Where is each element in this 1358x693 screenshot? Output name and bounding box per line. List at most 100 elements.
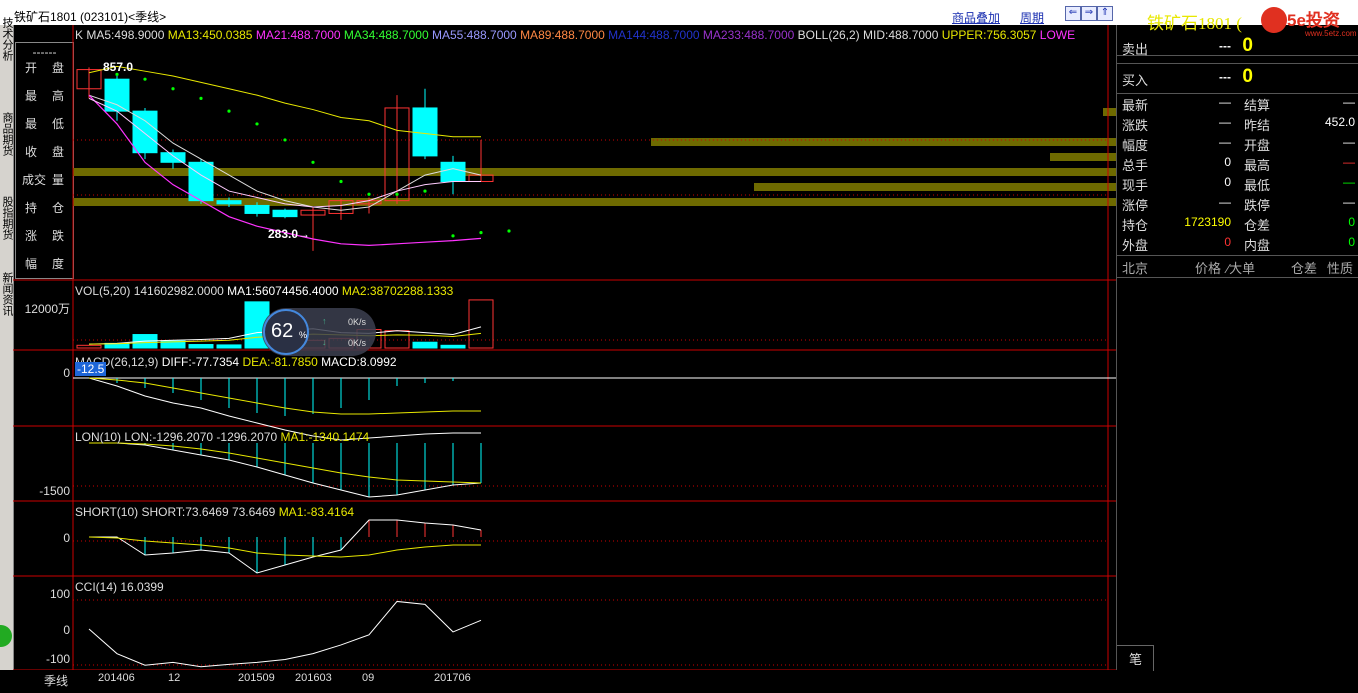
candle-body [244, 204, 270, 214]
download-speed: 0K/s [348, 338, 367, 348]
quote-value: 0 [1224, 235, 1231, 249]
vol-axis-label: 12000万 [24, 302, 70, 316]
quote-label: 最新 [1122, 98, 1149, 113]
quote-value: 452.0 [1324, 115, 1355, 129]
upload-speed: 0K/s [348, 317, 367, 327]
quote-value: — [1343, 195, 1355, 209]
logo-icon [1261, 7, 1287, 33]
quote-label: 涨停 [1122, 198, 1149, 213]
kline-indicator-1: MA5:498.9000 [86, 28, 168, 42]
quote-label: 现手 [1122, 178, 1149, 193]
candle-body [440, 161, 466, 182]
low-mark: 283.0→ [268, 227, 311, 241]
kline-indicator-4: MA34:488.7000 [343, 28, 432, 42]
tick-header-bigorder: ⁄大单 [1227, 261, 1256, 276]
volume-profile-band [754, 183, 1116, 191]
sell-price: --- [1219, 39, 1231, 53]
network-speed-widget[interactable]: 62 % ↑ 0K/s ↓ 0K/s [262, 308, 376, 356]
sar-dot [171, 87, 175, 91]
kline-indicator-7: MA144:488.7000 [608, 28, 703, 42]
quote-value: — [1343, 95, 1355, 109]
brand-logo: 5e投资 www.5etz.com [1257, 3, 1358, 39]
quote-value: — [1219, 135, 1231, 149]
volume-bar [468, 299, 494, 349]
candle-body [412, 107, 438, 157]
sar-dot [367, 192, 371, 196]
period-label[interactable]: 季线 [44, 672, 68, 689]
sar-dot [143, 77, 147, 81]
lon-axis-label: -1500 [39, 484, 70, 498]
x-tick: 201603 [295, 672, 332, 684]
macd-dea: DEA:-81.7850 [242, 355, 318, 369]
buy-volume: 0 [1242, 66, 1253, 87]
x-tick: 201406 [98, 672, 135, 684]
logo-text: 5e投资 [1287, 11, 1340, 30]
quote-value: — [1219, 195, 1231, 209]
vol-value: VOL(5,20) 141602982.0000 [75, 284, 224, 298]
tab-index-futures[interactable]: 股指期货 [0, 180, 13, 256]
cci-axis-label: -100 [45, 652, 70, 666]
quote-label: 幅度 [1122, 138, 1149, 153]
logo-url: www.5etz.com [1305, 29, 1357, 38]
high-mark: 857.0 [103, 60, 134, 74]
buy-label: 买入 [1122, 73, 1149, 88]
candle-body [104, 78, 130, 112]
download-arrow-icon: ↓ [322, 337, 327, 347]
nav-up-button[interactable]: ⇑ [1097, 6, 1113, 21]
vol-ma1: MA1:56074456.4000 [227, 284, 339, 298]
macd-label: MACD(26,12,9) DIFF:-77.7354 DEA:-81.7850… [75, 355, 397, 369]
cci-axis-label: 100 [49, 587, 70, 601]
kline-indicator-6: MA89:488.7000 [520, 28, 609, 42]
quote-label: 涨跌 [1122, 118, 1149, 133]
volume-profile-band [1103, 108, 1116, 116]
short-label: SHORT(10) SHORT:73.6469 73.6469 MA1:-83.… [75, 505, 354, 519]
divider [1117, 63, 1358, 64]
vol-label: VOL(5,20) 141602982.0000 MA1:56074456.40… [75, 284, 453, 298]
chart-area[interactable] [13, 25, 1116, 670]
quote-label: 外盘 [1122, 238, 1149, 253]
nav-left-button[interactable]: ⇐ [1065, 6, 1081, 21]
volume-bar [76, 344, 102, 349]
speed-unit: % [299, 330, 308, 340]
quote-label: 持仓 [1122, 218, 1149, 233]
volume-bar [188, 344, 214, 349]
sar-dot [507, 229, 511, 233]
quote-label: 开盘 [1244, 138, 1271, 153]
tick-header-location: 北京 [1122, 261, 1149, 276]
cci-label: CCI(14) 16.0399 [75, 580, 164, 594]
tick-tab[interactable]: 笔 [1117, 645, 1154, 671]
tab-commodity-futures[interactable]: 商品期货 [0, 96, 13, 172]
sar-dot [255, 122, 259, 126]
upload-arrow-icon: ↑ [322, 316, 327, 326]
tab-news[interactable]: 新闻资讯 [0, 264, 13, 324]
kline-indicator-0: K [75, 28, 87, 42]
quote-value: 0 [1348, 235, 1355, 249]
divider [1117, 255, 1358, 256]
quote-value: — [1343, 175, 1355, 189]
quote-value: — [1343, 135, 1355, 149]
sar-dot [199, 96, 203, 100]
quote-panel: 铁矿石1801 ( 5e投资 www.5etz.com 卖出 --- 0 买入 … [1116, 7, 1358, 671]
sar-dot [227, 109, 231, 113]
macd-value-badge: -12.5 [75, 362, 107, 376]
volume-bar [384, 330, 410, 349]
volume-profile-band [651, 138, 1116, 146]
macd-axis-label: 0 [63, 366, 70, 380]
quote-label: 最低 [1244, 178, 1271, 193]
sar-dot [479, 231, 483, 235]
quote-value: 0 [1348, 215, 1355, 229]
overlay-link[interactable]: 商品叠加 [952, 9, 1000, 26]
speed-percent: 62 [271, 320, 294, 342]
sar-dot [395, 192, 399, 196]
quote-value: — [1219, 115, 1231, 129]
tab-technical-analysis[interactable]: 技术分析 [0, 4, 13, 74]
nav-right-button[interactable]: ⇒ [1081, 6, 1097, 21]
lon-label: LON(10) LON:-1296.2070 -1296.2070 MA1:-1… [75, 430, 369, 444]
vol-ma2: MA2:38702288.1333 [341, 284, 454, 298]
sar-dot [311, 160, 315, 164]
kline-indicator-header: K MA5:498.9000 MA13:450.0385 MA21:488.70… [75, 28, 1115, 42]
tick-header-price: 价格 [1195, 261, 1222, 276]
macd-diff: DIFF:-77.7354 [161, 355, 240, 369]
candle-body [188, 161, 214, 202]
period-link[interactable]: 周期 [1020, 9, 1044, 26]
